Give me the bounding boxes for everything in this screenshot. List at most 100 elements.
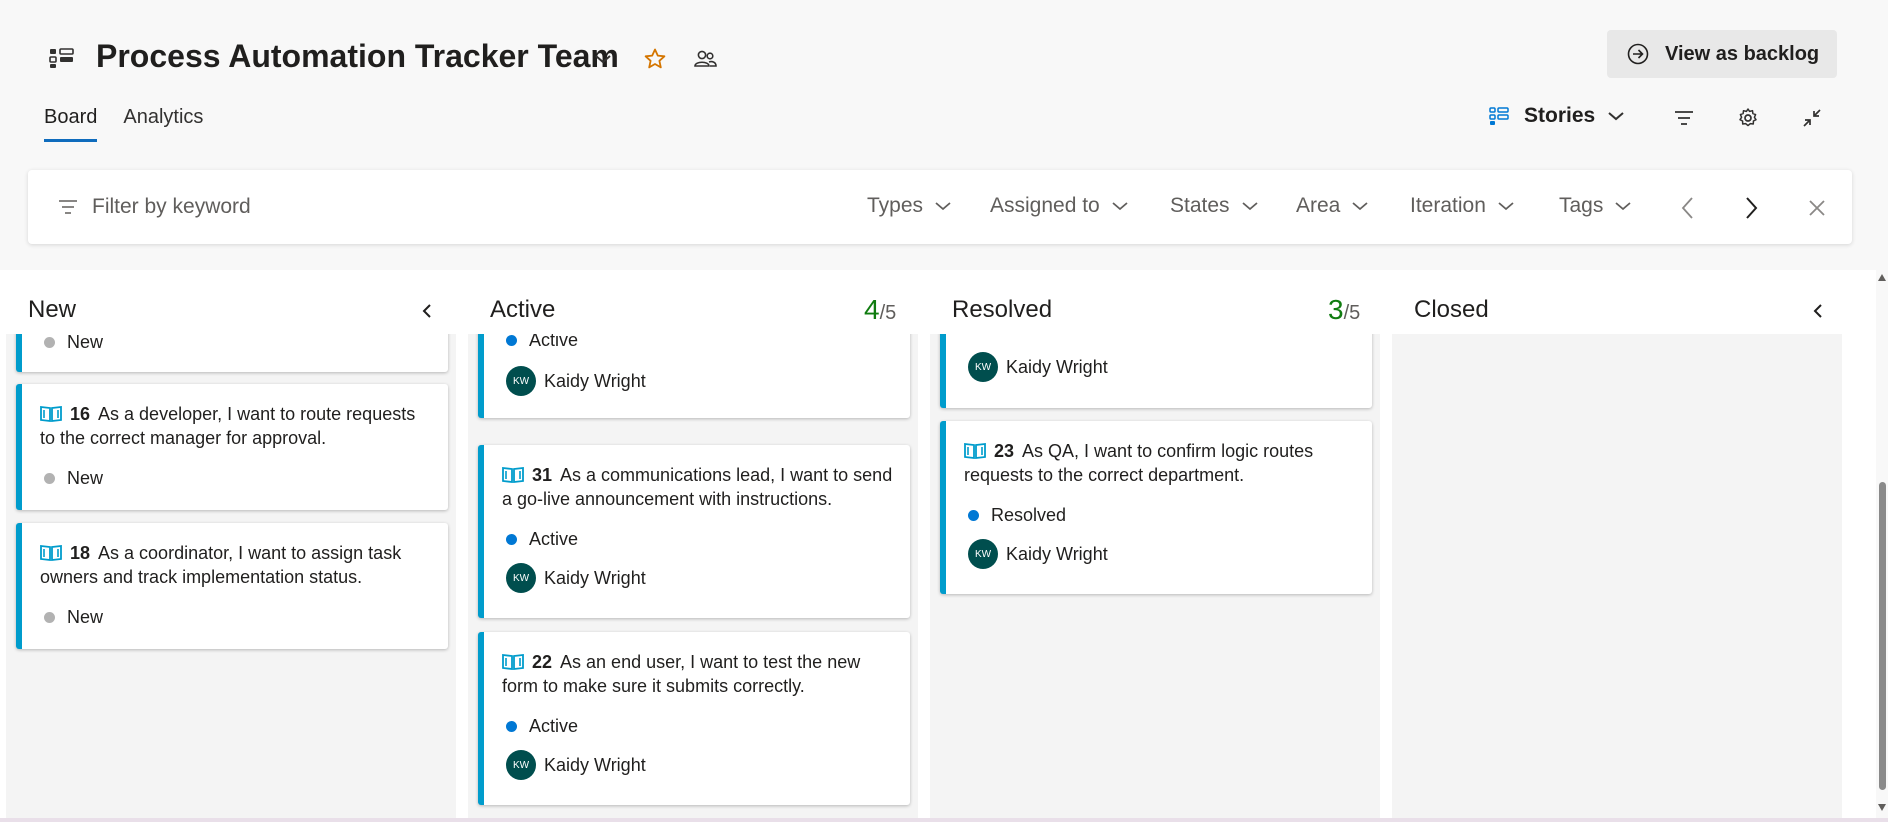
card-state: New: [44, 607, 103, 628]
user-story-book-icon: [964, 442, 986, 459]
card-title-text: As an end user, I want to test the new f…: [502, 652, 861, 696]
card-title-text: As a coordinator, I want to assign task …: [40, 543, 402, 587]
card-assignee[interactable]: KW Kaidy Wright: [506, 366, 646, 396]
filter-tags-dropdown[interactable]: Tags: [1559, 194, 1631, 218]
work-item-card[interactable]: 16 As a developer, I want to route reques…: [16, 384, 448, 510]
card-state-label: Active: [529, 716, 579, 736]
state-dot-icon: [44, 612, 55, 623]
chevron-down-icon: [1352, 202, 1368, 211]
column-title: Resolved: [952, 296, 1053, 323]
column-body: [1392, 334, 1842, 822]
board-level-icon: [1489, 107, 1509, 125]
avatar: KW: [968, 352, 998, 382]
card-title-text: As QA, I want to confirm logic routes re…: [964, 441, 1314, 485]
column-resolved: Resolved 3/5 KW Kaidy Wright 23 As QA, I …: [930, 270, 1380, 822]
tab-analytics[interactable]: Analytics: [123, 106, 203, 142]
close-icon[interactable]: [1804, 194, 1830, 222]
card-title[interactable]: 18 As a coordinator, I want to assign tas…: [40, 541, 432, 589]
star-icon[interactable]: [640, 44, 670, 74]
work-item-card[interactable]: 22 As an end user, I want to test the new…: [478, 632, 910, 805]
view-as-backlog-button[interactable]: View as backlog: [1607, 30, 1837, 78]
board-icon: [49, 48, 74, 68]
user-story-book-icon: [502, 653, 524, 670]
work-item-card[interactable]: Active KW Kaidy Wright: [478, 334, 910, 418]
card-assignee[interactable]: KW Kaidy Wright: [506, 750, 646, 780]
team-icon[interactable]: [690, 44, 720, 74]
filter-states-dropdown[interactable]: States: [1170, 194, 1258, 218]
card-title-text: As a communications lead, I want to send…: [502, 465, 893, 509]
team-picker-chevron-down-icon[interactable]: [588, 46, 618, 72]
column-header: Active 4/5: [468, 270, 918, 334]
state-dot-icon: [506, 534, 517, 545]
backlog-level-label: Stories: [1524, 104, 1596, 127]
card-id: 23: [994, 441, 1015, 461]
column-title: New: [28, 296, 77, 323]
card-assignee[interactable]: KW Kaidy Wright: [506, 563, 646, 593]
state-dot-icon: [506, 721, 517, 732]
user-story-book-icon: [40, 544, 62, 561]
filter-area-label: Area: [1296, 194, 1341, 217]
assignee-name: Kaidy Wright: [544, 754, 646, 775]
work-item-card[interactable]: 18 As a coordinator, I want to assign tas…: [16, 523, 448, 649]
chevron-down-icon: [1498, 202, 1514, 211]
user-story-book-icon: [40, 405, 62, 422]
hub-tabs: Board Analytics: [44, 106, 203, 142]
arrow-right-circle-icon: [1627, 43, 1649, 65]
card-assignee[interactable]: KW Kaidy Wright: [968, 539, 1108, 569]
filter-tags-label: Tags: [1559, 194, 1604, 217]
assignee-name: Kaidy Wright: [544, 370, 646, 391]
filter-iteration-dropdown[interactable]: Iteration: [1410, 194, 1514, 218]
card-title[interactable]: 31 As a communications lead, I want to se…: [502, 463, 894, 511]
state-dot-icon: [968, 510, 979, 521]
work-item-card[interactable]: KW Kaidy Wright: [940, 334, 1372, 408]
filter-icon[interactable]: [1670, 104, 1698, 132]
chevron-down-icon: [1112, 202, 1128, 211]
card-title[interactable]: 23 As QA, I want to confirm logic routes …: [964, 439, 1356, 487]
state-dot-icon: [44, 473, 55, 484]
chevron-down-icon: [1608, 112, 1624, 121]
scroll-up-arrow-icon[interactable]: [1878, 274, 1886, 281]
card-state: Active: [506, 529, 578, 550]
chevron-down-icon: [935, 202, 951, 211]
card-title[interactable]: 22 As an end user, I want to test the new…: [502, 650, 894, 698]
filter-previous-icon[interactable]: [1674, 194, 1700, 222]
work-item-card[interactable]: 31 As a communications lead, I want to se…: [478, 445, 910, 618]
state-dot-icon: [506, 335, 517, 346]
wip-limit: /5: [879, 302, 897, 324]
state-dot-icon: [44, 337, 55, 348]
avatar: KW: [506, 366, 536, 396]
gear-icon[interactable]: [1734, 104, 1762, 132]
card-id: 18: [70, 543, 91, 563]
scrollbar-thumb[interactable]: [1879, 482, 1886, 790]
card-assignee[interactable]: KW Kaidy Wright: [968, 352, 1108, 382]
card-state-label: Resolved: [991, 505, 1067, 525]
filter-types-dropdown[interactable]: Types: [867, 194, 951, 218]
filter-keyword-input[interactable]: [92, 190, 592, 224]
avatar: KW: [506, 563, 536, 593]
tab-board[interactable]: Board: [44, 106, 98, 142]
filter-area-dropdown[interactable]: Area: [1296, 194, 1368, 218]
avatar: KW: [968, 539, 998, 569]
column-header: Resolved 3/5: [930, 270, 1380, 334]
kanban-board: New New 16 As a developer, I want to rout…: [0, 270, 1888, 822]
filter-next-icon[interactable]: [1739, 194, 1765, 222]
column-header: Closed: [1392, 270, 1842, 334]
backlog-level-picker[interactable]: Stories: [1488, 104, 1625, 128]
scroll-down-arrow-icon[interactable]: [1878, 804, 1886, 811]
work-item-card[interactable]: New: [16, 334, 448, 372]
column-closed: Closed: [1392, 270, 1842, 822]
filter-assigned-to-dropdown[interactable]: Assigned to: [990, 194, 1128, 218]
card-state: Active: [506, 716, 578, 737]
collapse-icon[interactable]: [1798, 104, 1826, 132]
chevron-left-icon[interactable]: [1808, 300, 1828, 322]
chevron-left-icon[interactable]: [417, 300, 437, 322]
card-title[interactable]: 16 As a developer, I want to route reques…: [40, 402, 432, 450]
filter-states-label: States: [1170, 194, 1230, 217]
work-item-card[interactable]: 23 As QA, I want to confirm logic routes …: [940, 421, 1372, 594]
column-new: New New 16 As a developer, I want to rout…: [6, 270, 456, 822]
column-active: Active 4/5 Active KW Kaidy Wright 31 As a…: [468, 270, 918, 822]
card-id: 31: [532, 465, 553, 485]
card-state: New: [44, 334, 103, 353]
wip-limit: /5: [1343, 302, 1361, 324]
view-as-backlog-label: View as backlog: [1665, 42, 1820, 65]
